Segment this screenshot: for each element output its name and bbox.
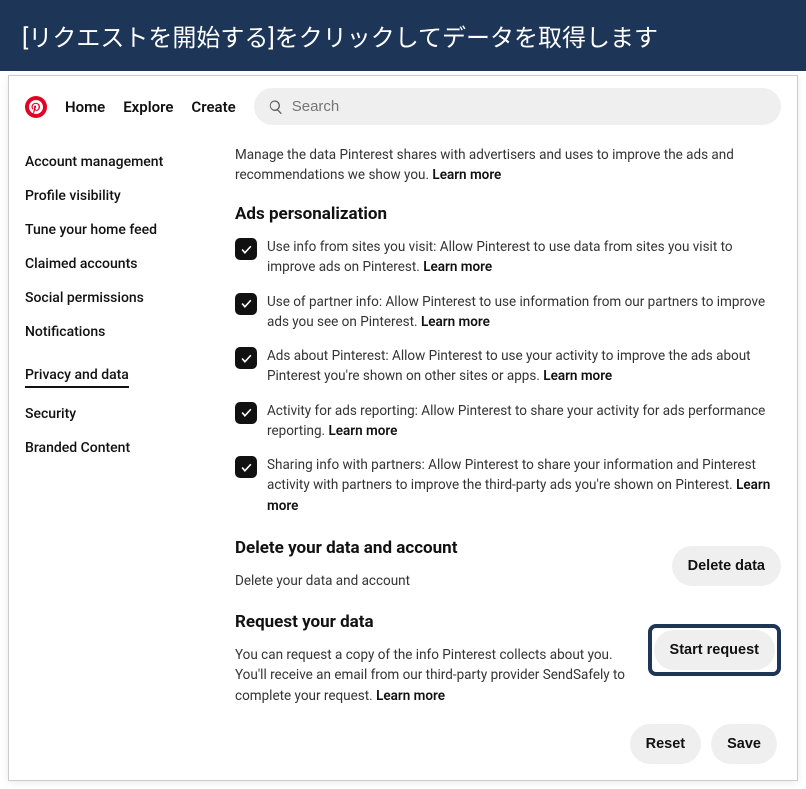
- check-icon: [240, 243, 253, 256]
- sidebar: Account management Profile visibility Tu…: [25, 145, 195, 764]
- check-icon: [240, 406, 253, 419]
- main-panel: Manage the data Pinterest shares with ad…: [235, 145, 781, 764]
- sidebar-item-profile-visibility[interactable]: Profile visibility: [25, 179, 195, 213]
- learn-more-link[interactable]: Learn more: [543, 368, 612, 384]
- search-input[interactable]: [292, 98, 767, 115]
- sidebar-item-privacy-data[interactable]: Privacy and data: [25, 358, 129, 388]
- toggle-row: Use of partner info: Allow Pinterest to …: [235, 292, 781, 333]
- toggle-text: Activity for ads reporting: Allow Pinter…: [267, 401, 781, 442]
- checkbox-sharing-with-partners[interactable]: [235, 456, 257, 478]
- sidebar-item-tune-home-feed[interactable]: Tune your home feed: [25, 213, 195, 247]
- content: Account management Profile visibility Tu…: [9, 137, 797, 780]
- request-section: Request your data You can request a copy…: [235, 610, 781, 706]
- sidebar-item-account-management[interactable]: Account management: [25, 145, 195, 179]
- sidebar-item-claimed-accounts[interactable]: Claimed accounts: [25, 247, 195, 281]
- learn-more-link[interactable]: Learn more: [421, 314, 490, 330]
- topbar: Home Explore Create: [9, 76, 797, 137]
- check-icon: [240, 352, 253, 365]
- sidebar-item-branded-content[interactable]: Branded Content: [25, 431, 195, 465]
- checkbox-sites-you-visit[interactable]: [235, 238, 257, 260]
- footer-buttons: Reset Save: [235, 724, 781, 764]
- learn-more-link[interactable]: Learn more: [376, 688, 445, 704]
- toggle-text: Sharing info with partners: Allow Pinter…: [267, 455, 781, 516]
- sidebar-item-notifications[interactable]: Notifications: [25, 315, 195, 349]
- request-title: Request your data: [235, 610, 628, 636]
- learn-more-link[interactable]: Learn more: [423, 259, 492, 275]
- toggle-text: Ads about Pinterest: Allow Pinterest to …: [267, 346, 781, 387]
- delete-title: Delete your data and account: [235, 536, 652, 562]
- sidebar-item-social-permissions[interactable]: Social permissions: [25, 281, 195, 315]
- delete-section: Delete your data and account Delete your…: [235, 530, 781, 592]
- search-icon: [268, 99, 284, 115]
- save-button[interactable]: Save: [711, 724, 777, 764]
- delete-data-button[interactable]: Delete data: [672, 546, 781, 586]
- reset-button[interactable]: Reset: [630, 724, 702, 764]
- toggle-row: Activity for ads reporting: Allow Pinter…: [235, 401, 781, 442]
- request-desc: You can request a copy of the info Pinte…: [235, 645, 628, 706]
- nav-create[interactable]: Create: [191, 98, 235, 116]
- learn-more-link[interactable]: Learn more: [432, 167, 501, 183]
- nav-home[interactable]: Home: [65, 98, 105, 116]
- toggle-row: Sharing info with partners: Allow Pinter…: [235, 455, 781, 516]
- checkbox-ads-reporting[interactable]: [235, 402, 257, 424]
- start-request-button[interactable]: Start request: [654, 630, 775, 670]
- checkbox-partner-info[interactable]: [235, 293, 257, 315]
- start-request-highlight: Start request: [648, 624, 781, 676]
- search-container[interactable]: [254, 88, 781, 125]
- pinterest-logo-icon[interactable]: [25, 96, 47, 118]
- toggle-row: Ads about Pinterest: Allow Pinterest to …: [235, 346, 781, 387]
- delete-desc: Delete your data and account: [235, 571, 652, 591]
- app-frame: Home Explore Create Account management P…: [8, 75, 798, 781]
- learn-more-link[interactable]: Learn more: [328, 423, 397, 439]
- check-icon: [240, 461, 253, 474]
- check-icon: [240, 297, 253, 310]
- toggle-row: Use info from sites you visit: Allow Pin…: [235, 237, 781, 278]
- banner-text: [リクエストを開始する]をクリックしてデータを取得します: [22, 24, 658, 52]
- toggle-text: Use of partner info: Allow Pinterest to …: [267, 292, 781, 333]
- instruction-banner: [リクエストを開始する]をクリックしてデータを取得します: [0, 0, 806, 71]
- nav-explore[interactable]: Explore: [123, 98, 173, 116]
- ads-personalization-title: Ads personalization: [235, 202, 781, 228]
- intro-text: Manage the data Pinterest shares with ad…: [235, 145, 781, 186]
- checkbox-ads-about-pinterest[interactable]: [235, 347, 257, 369]
- toggle-text: Use info from sites you visit: Allow Pin…: [267, 237, 781, 278]
- sidebar-item-security[interactable]: Security: [25, 397, 195, 431]
